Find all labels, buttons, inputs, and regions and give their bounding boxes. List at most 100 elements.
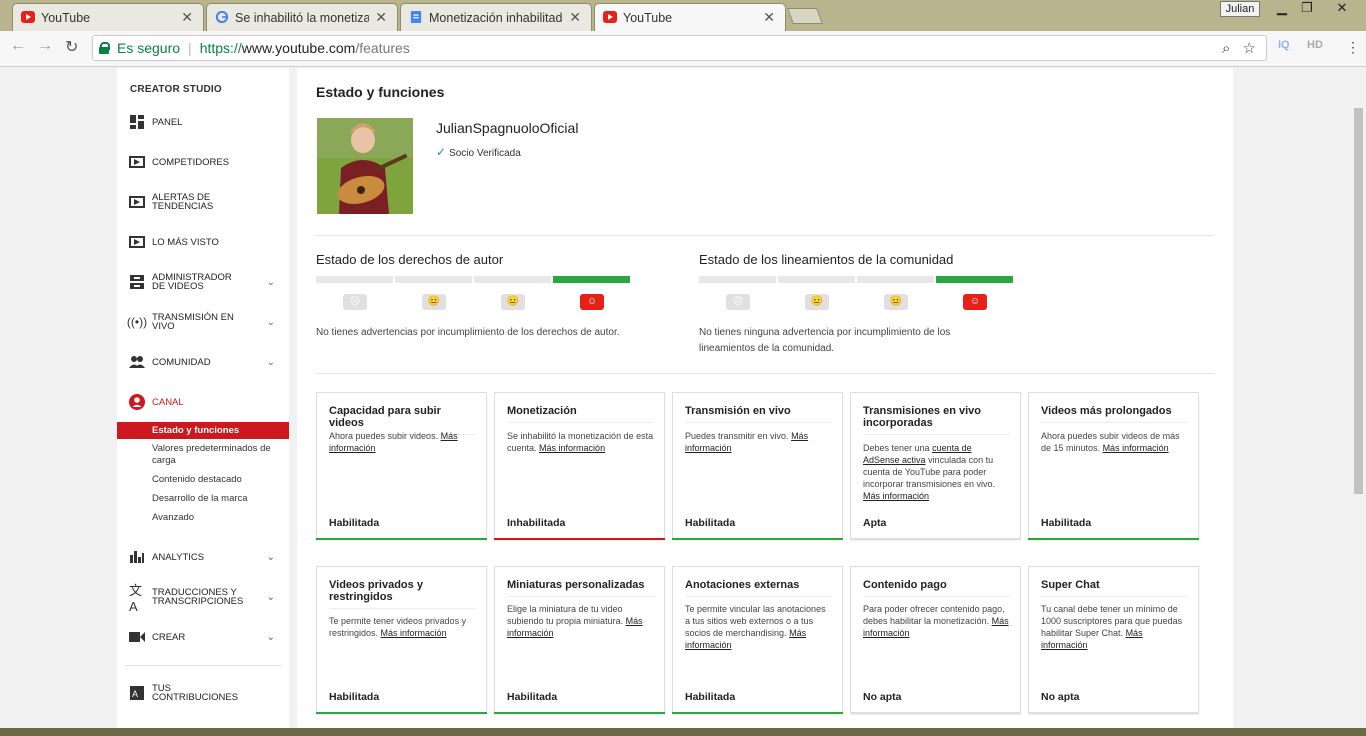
page-scrollbar[interactable] <box>1351 68 1366 736</box>
sidebar-item-comunidad[interactable]: COMUNIDAD ⌄ <box>117 348 289 376</box>
youtube-icon <box>603 11 617 23</box>
chevron-down-icon[interactable]: ⌄ <box>267 357 275 368</box>
neutral-face-icon: 😐 <box>805 294 829 310</box>
happy-face-icon: ☺ <box>963 294 987 310</box>
more-info-link[interactable]: Más información <box>381 628 447 638</box>
chevron-down-icon[interactable]: ⌄ <box>267 317 275 328</box>
close-tab-icon[interactable]: ✕ <box>375 9 387 26</box>
minimize-icon[interactable]: ▁ <box>1270 0 1294 18</box>
sidebar-sub-estado[interactable]: Estado y funciones <box>117 422 289 439</box>
sidebar-item-label: ADMINISTRADOR DE VIDEOS <box>152 272 232 292</box>
sidebar-item-alertas[interactable]: ALERTAS DE TENDENCIAS <box>117 188 289 216</box>
card-status: Inhabilitada <box>507 517 566 529</box>
checkmark-icon: ✓ <box>436 145 447 159</box>
sidebar-sub-valores[interactable]: Valores predeterminados de carga <box>117 443 289 467</box>
sidebar-sub-destacado[interactable]: Contenido destacado <box>117 474 289 486</box>
profile-button[interactable]: Julian <box>1220 1 1260 17</box>
verified-status: ✓ Socio Verificada <box>436 145 521 159</box>
scrollbar-thumb[interactable] <box>1354 108 1363 494</box>
sidebar: CREATOR STUDIO PANEL COMPETIDORES ALERTA… <box>117 68 289 736</box>
chevron-down-icon[interactable]: ⌄ <box>267 632 275 643</box>
verified-label: Socio Verificada <box>449 148 521 159</box>
sidebar-item-lo-mas-visto[interactable]: LO MÁS VISTO <box>117 228 289 256</box>
sidebar-sub-avanzado[interactable]: Avanzado <box>117 512 289 524</box>
copyright-faces: ☹ 😐 😐 ☺ <box>343 294 659 310</box>
sidebar-item-contribuciones[interactable]: A TUS CONTRIBUCIONES <box>117 679 289 707</box>
channel-name[interactable]: JulianSpagnuoloOficial <box>436 120 578 136</box>
card-status-bar <box>494 538 665 540</box>
forward-icon[interactable]: → <box>37 37 53 55</box>
zoom-icon[interactable]: ⌕ <box>1222 40 1230 57</box>
chevron-down-icon[interactable]: ⌄ <box>267 592 275 603</box>
sidebar-divider <box>125 665 281 666</box>
sidebar-item-transmision[interactable]: ((•)) TRANSMISIÓN EN VIVO ⌄ <box>117 308 289 336</box>
channel-avatar[interactable] <box>317 118 413 214</box>
tab-title: YouTube <box>623 10 673 25</box>
browser-toolbar: ← → ↻ Es seguro | https://www.youtube.co… <box>0 31 1366 67</box>
browser-tab[interactable]: YouTube ✕ <box>12 3 204 31</box>
dashboard-icon <box>129 114 145 130</box>
card-title: Super Chat <box>1041 579 1188 597</box>
feature-card[interactable]: Miniaturas personalizadas Elige la minia… <box>494 566 665 714</box>
new-tab-button[interactable] <box>787 8 823 24</box>
menu-icon[interactable]: ⋮ <box>1346 39 1360 56</box>
copyright-strike-bar <box>316 276 630 283</box>
close-tab-icon[interactable]: ✕ <box>763 9 775 26</box>
browser-tab[interactable]: Se inhabilitó la monetiza ✕ <box>206 3 398 31</box>
feature-card[interactable]: Super Chat Tu canal debe tener un mínimo… <box>1028 566 1199 714</box>
more-info-link[interactable]: Más información <box>539 443 605 453</box>
browser-tab[interactable]: Monetización inhabilitad ✕ <box>400 3 592 31</box>
svg-text:A: A <box>132 689 138 699</box>
back-icon[interactable]: ← <box>10 37 26 55</box>
close-tab-icon[interactable]: ✕ <box>181 9 193 26</box>
chevron-down-icon[interactable]: ⌄ <box>267 277 275 288</box>
sidebar-item-panel[interactable]: PANEL <box>117 108 289 136</box>
neutral-face-icon: 😐 <box>884 294 908 310</box>
sidebar-item-analytics[interactable]: ANALYTICS ⌄ <box>117 543 289 571</box>
sidebar-item-competidores[interactable]: COMPETIDORES <box>117 148 289 176</box>
reload-icon[interactable]: ↻ <box>65 37 78 57</box>
bookmark-star-icon[interactable]: ☆ <box>1243 40 1256 57</box>
video-manager-icon <box>129 274 145 290</box>
sidebar-item-canal[interactable]: CANAL <box>117 388 289 416</box>
card-status-bar <box>1028 538 1199 540</box>
feature-card[interactable]: Capacidad para subir videos Ahora puedes… <box>316 392 487 540</box>
more-info-link[interactable]: Más información <box>1103 443 1169 453</box>
translate-icon: 文A <box>129 583 143 614</box>
card-status-bar <box>316 712 487 714</box>
extension-icon[interactable]: IQ <box>1278 39 1290 51</box>
feature-card[interactable]: Monetización Se inhabilitó la monetizaci… <box>494 392 665 540</box>
hd-extension-icon[interactable]: HD <box>1307 39 1323 51</box>
card-status-bar <box>1028 712 1199 714</box>
restore-icon[interactable]: ❐ <box>1295 0 1319 18</box>
close-tab-icon[interactable]: ✕ <box>569 9 581 26</box>
translate-box-icon: A <box>129 685 145 701</box>
docs-icon <box>410 11 422 23</box>
feature-card[interactable]: Transmisiones en vivo incorporadas Debes… <box>850 392 1021 540</box>
more-info-link[interactable]: Más información <box>863 491 929 501</box>
account-circle-icon <box>129 394 145 410</box>
feature-card[interactable]: Anotaciones externas Te permite vincular… <box>672 566 843 714</box>
video-icon <box>129 154 145 170</box>
card-status: Habilitada <box>685 517 736 529</box>
sad-face-icon: ☹ <box>343 294 367 310</box>
url-path: /features <box>355 40 410 56</box>
feature-card[interactable]: Transmisión en vivo Puedes transmitir en… <box>672 392 843 540</box>
sidebar-sub-marca[interactable]: Desarrollo de la marca <box>117 493 289 505</box>
browser-tab-active[interactable]: YouTube ✕ <box>594 3 786 31</box>
feature-card[interactable]: Videos privados y restringidos Te permit… <box>316 566 487 714</box>
chevron-down-icon[interactable]: ⌄ <box>267 552 275 563</box>
sidebar-item-crear[interactable]: CREAR ⌄ <box>117 623 289 651</box>
community-status-desc-line: No tienes ninguna advertencia por incump… <box>699 327 951 338</box>
card-desc: Elige la miniatura de tu video subiendo … <box>507 604 643 638</box>
community-status-desc-line: lineamientos de la comunidad. <box>699 343 835 354</box>
address-bar[interactable]: Es seguro | https://www.youtube.com/feat… <box>92 35 1267 61</box>
divider <box>316 373 1214 374</box>
sidebar-item-administrador[interactable]: ADMINISTRADOR DE VIDEOS ⌄ <box>117 268 289 296</box>
sad-face-icon: ☹ <box>726 294 750 310</box>
feature-card[interactable]: Contenido pago Para poder ofrecer conten… <box>850 566 1021 714</box>
close-window-icon[interactable]: ✕ <box>1322 0 1362 18</box>
people-icon <box>129 354 145 370</box>
feature-card[interactable]: Videos más prolongados Ahora puedes subi… <box>1028 392 1199 540</box>
sidebar-item-traducciones[interactable]: 文A TRADUCCIONES Y TRANSCRIPCIONES ⌄ <box>117 583 289 614</box>
